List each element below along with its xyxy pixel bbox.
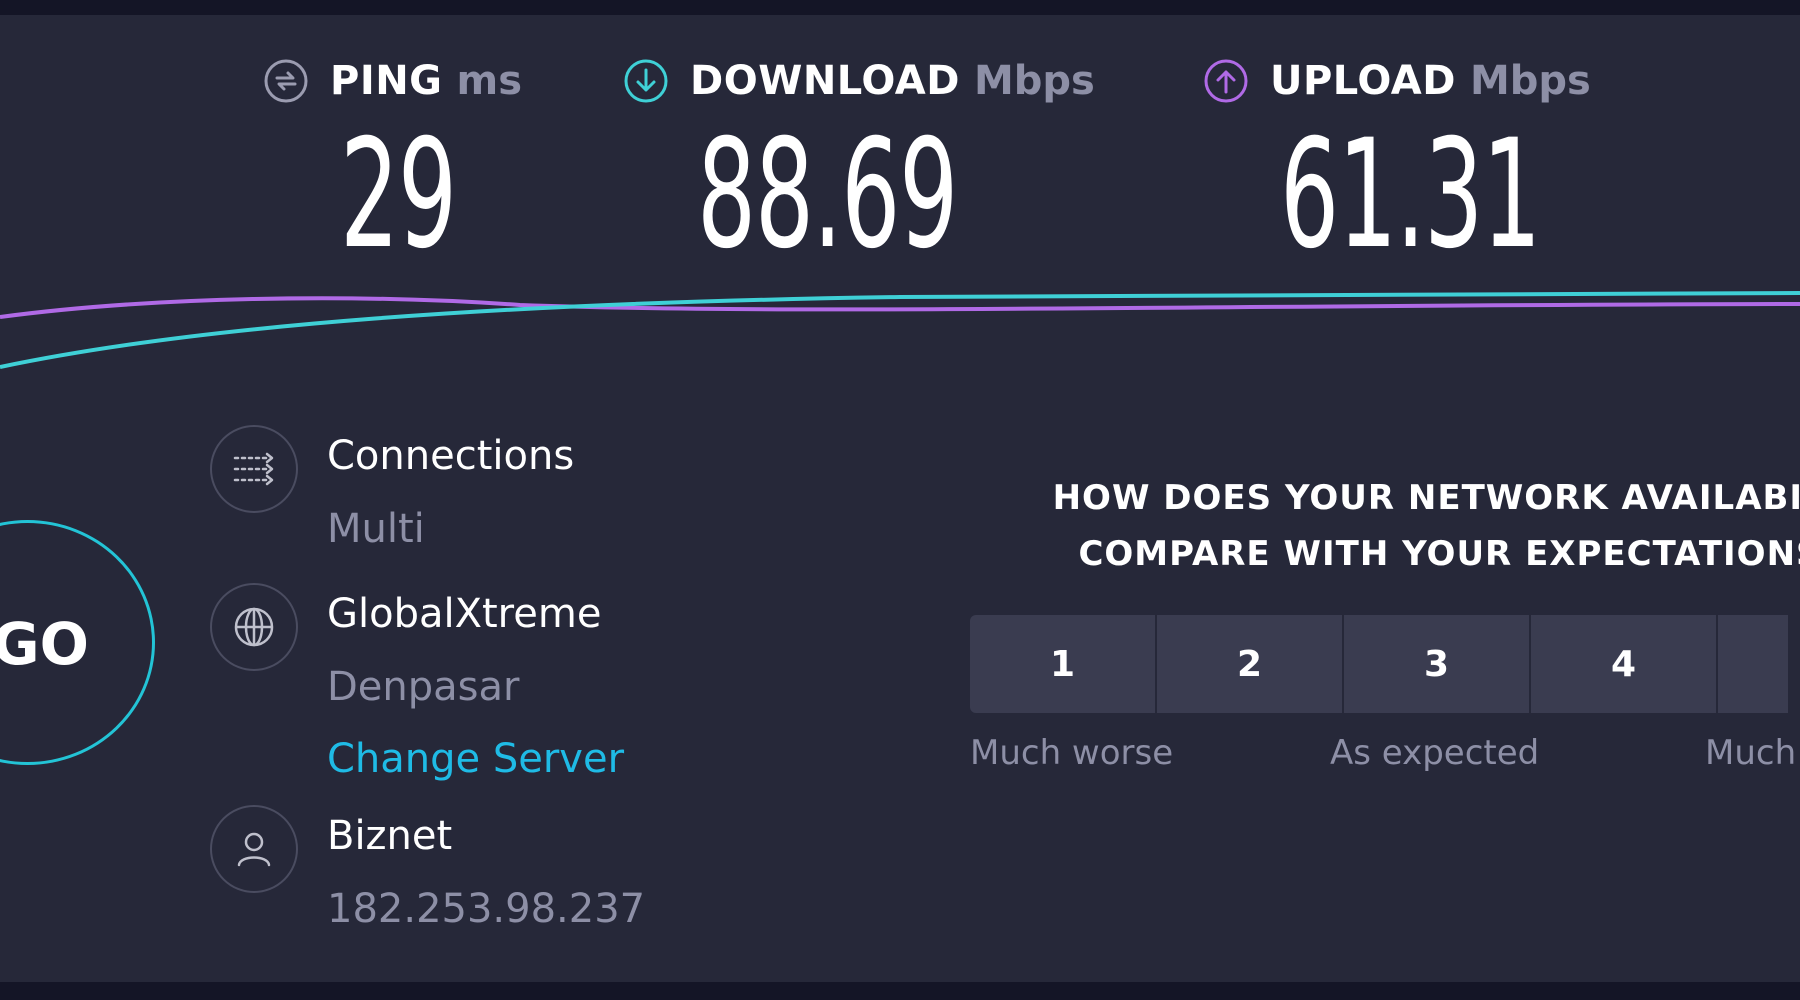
download-value: 88.69 [697, 108, 958, 282]
globe-icon [210, 583, 298, 671]
ping-value: 29 [340, 108, 457, 282]
download-header: DOWNLOAD Mbps [622, 57, 1095, 105]
upload-icon [1202, 57, 1250, 105]
ping-icon [262, 57, 310, 105]
upload-unit: Mbps [1469, 58, 1591, 104]
rating-button-2[interactable]: 2 [1157, 615, 1342, 713]
scale-label-high: Much [1705, 733, 1797, 773]
server-name: GlobalXtreme [327, 591, 602, 637]
download-label: DOWNLOAD [690, 58, 960, 104]
survey-question: HOW DOES YOUR NETWORK AVAILABILI COMPARE… [1000, 470, 1800, 582]
rating-button-5[interactable] [1718, 615, 1788, 713]
scale-label-mid: As expected [1330, 733, 1540, 773]
download-icon [622, 57, 670, 105]
ping-label: PING [330, 58, 443, 104]
go-button-label[interactable]: GO [0, 612, 89, 676]
change-server-link[interactable]: Change Server [327, 735, 624, 783]
upload-label: UPLOAD [1270, 58, 1456, 104]
user-icon [210, 805, 298, 893]
rating-button-4[interactable]: 4 [1531, 615, 1716, 713]
upload-graph-line [0, 296, 1800, 319]
ping-unit: ms [456, 58, 523, 104]
rating-button-1[interactable]: 1 [970, 615, 1155, 713]
survey-question-line-1: HOW DOES YOUR NETWORK AVAILABILI [1052, 478, 1800, 518]
scale-label-low: Much worse [970, 733, 1174, 773]
upload-header: UPLOAD Mbps [1202, 57, 1591, 105]
speedtest-panel: PING ms 29 DOWNLOAD Mbps 88.69 UPLOAD Mb… [0, 15, 1800, 982]
server-location: Denpasar [327, 664, 520, 710]
rating-button-3[interactable]: 3 [1344, 615, 1529, 713]
download-unit: Mbps [973, 58, 1095, 104]
ping-header: PING ms [262, 57, 522, 105]
provider-ip: 182.253.98.237 [327, 886, 646, 932]
rating-scale: 1 2 3 4 [970, 615, 1790, 713]
speed-graph [0, 291, 1800, 369]
bottom-bar [0, 982, 1800, 1000]
upload-value: 61.31 [1280, 108, 1541, 282]
survey-question-line-2: COMPARE WITH YOUR EXPECTATIONS [1078, 534, 1800, 574]
connections-icon [210, 425, 298, 513]
connections-title: Connections [327, 433, 575, 479]
provider-name: Biznet [327, 813, 453, 859]
connections-value[interactable]: Multi [327, 505, 425, 553]
